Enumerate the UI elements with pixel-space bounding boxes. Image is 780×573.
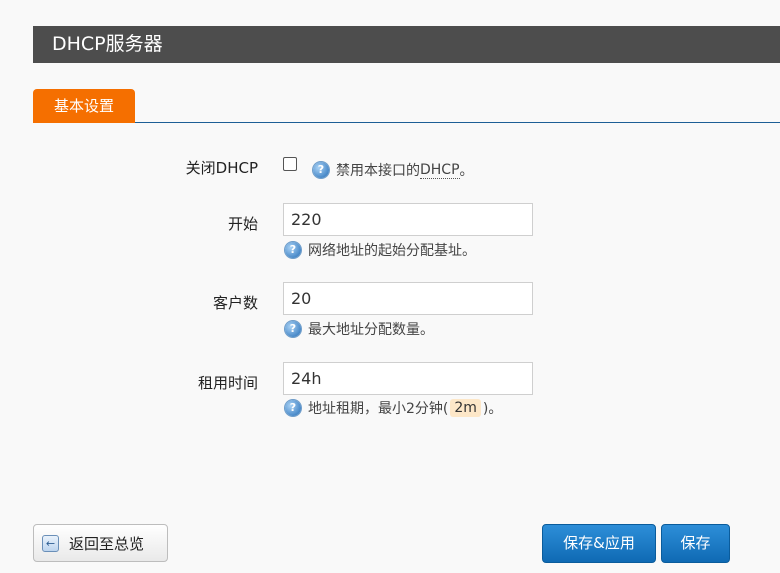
back-arrow-icon: ← — [42, 534, 59, 552]
start-input[interactable]: 220 — [283, 203, 533, 236]
limit-input[interactable]: 20 — [283, 282, 533, 315]
limit-label: 客户数 — [212, 294, 258, 312]
min-lease-code: 2m — [450, 399, 481, 417]
help-icon: ? — [285, 321, 301, 337]
help-text: 最大地址分配数量。 — [308, 322, 434, 338]
help-text: 地址租期，最小2分钟( — [308, 401, 449, 417]
help-text-suffix: 。 — [459, 163, 474, 179]
disable-dhcp-checkbox[interactable] — [283, 157, 297, 171]
limit-help: ? 最大地址分配数量。 — [285, 319, 434, 339]
save-button[interactable]: 保存 — [661, 524, 730, 563]
help-icon: ? — [313, 162, 329, 178]
section-title: DHCP服务器 — [33, 26, 780, 63]
tab-strip: 基本设置 — [33, 89, 780, 123]
start-label: 开始 — [227, 215, 258, 233]
back-button-label: 返回至总览 — [69, 534, 145, 553]
help-icon: ? — [285, 400, 301, 416]
disable-dhcp-label: 关闭DHCP — [185, 159, 258, 177]
tab-basic-settings[interactable]: 基本设置 — [33, 89, 135, 123]
help-text: 网络地址的起始分配基址。 — [308, 243, 476, 259]
back-to-overview-button[interactable]: ← 返回至总览 — [33, 524, 168, 562]
help-text-suffix: )。 — [482, 401, 503, 417]
dhcp-abbr: DHCP — [420, 161, 460, 179]
leasetime-label: 租用时间 — [197, 374, 258, 392]
disable-dhcp-help: ? 禁用本接口的 DHCP。 — [313, 160, 474, 180]
leasetime-input[interactable]: 24h — [283, 362, 533, 395]
leasetime-help: ? 地址租期，最小2分钟(2m)。 — [285, 398, 502, 418]
start-help: ? 网络地址的起始分配基址。 — [285, 240, 476, 260]
help-icon: ? — [285, 242, 301, 258]
save-apply-button[interactable]: 保存&应用 — [542, 524, 656, 563]
help-text: 禁用本接口的 — [336, 163, 420, 179]
